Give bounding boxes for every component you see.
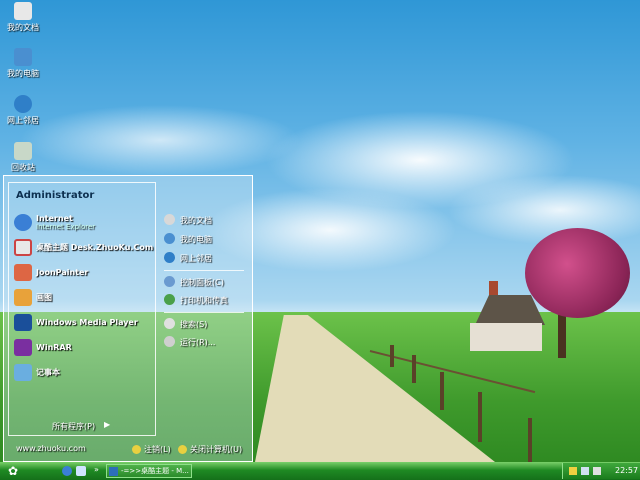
start-right-label: 我的电脑 bbox=[180, 235, 212, 244]
recycle-bin-icon bbox=[14, 142, 32, 160]
fence-post bbox=[440, 372, 444, 410]
start-right-my-computer[interactable]: 我的电脑 bbox=[164, 233, 249, 247]
start-right-control-panel[interactable]: 控制面板(C) bbox=[164, 276, 249, 290]
internet-explorer-icon bbox=[14, 214, 32, 231]
painter-icon bbox=[14, 264, 32, 281]
my-documents-icon bbox=[14, 2, 32, 20]
system-tray: 22:57 bbox=[562, 463, 640, 479]
start-item-zhuoku[interactable]: 桌酷主题 Desk.ZhuoKu.Com bbox=[14, 239, 154, 257]
start-right-label: 控制面板(C) bbox=[180, 278, 224, 287]
logoff-icon bbox=[132, 445, 141, 454]
user-name: Administrator bbox=[16, 190, 95, 201]
start-item-notepad[interactable]: 记事本 bbox=[14, 364, 154, 382]
shutdown-label: 关闭计算机(U) bbox=[190, 445, 243, 454]
start-item-label: 画图 bbox=[36, 293, 52, 302]
my-computer-icon bbox=[14, 48, 32, 66]
start-right-network[interactable]: 网上邻居 bbox=[164, 252, 249, 266]
wallpaper-tree bbox=[525, 228, 630, 318]
desktop-icon-my-computer[interactable]: 我的电脑 bbox=[0, 48, 46, 79]
desktop-quick-icon[interactable] bbox=[76, 466, 86, 476]
start-item-label: 桌酷主题 Desk.ZhuoKu.Com bbox=[36, 243, 154, 252]
start-item-media-player[interactable]: Windows Media Player bbox=[14, 314, 154, 332]
control-panel-icon bbox=[164, 276, 175, 287]
run-icon bbox=[164, 336, 175, 347]
desktop-icon-label: 我的文档 bbox=[7, 23, 39, 32]
desktop-icon-network[interactable]: 网上邻居 bbox=[0, 95, 46, 126]
winrar-icon bbox=[14, 339, 32, 356]
desktop-icon-label: 回收站 bbox=[11, 163, 35, 172]
logoff-button[interactable]: 注销(L) bbox=[132, 444, 171, 455]
all-programs-button[interactable]: 所有程序(P) bbox=[52, 421, 95, 432]
volume-icon[interactable] bbox=[593, 467, 601, 475]
network-icon bbox=[14, 95, 32, 113]
start-item-label: Internet bbox=[36, 214, 73, 223]
paint-icon bbox=[14, 289, 32, 306]
start-item-paint[interactable]: 画图 bbox=[14, 289, 154, 307]
taskbar-window-label: -=>>桌酷主题 - M... bbox=[121, 467, 189, 475]
desktop-icon-my-documents[interactable]: 我的文档 bbox=[0, 2, 46, 33]
shutdown-button[interactable]: 关闭计算机(U) bbox=[178, 444, 242, 455]
wallpaper-cottage bbox=[465, 281, 545, 353]
start-flower-icon: ✿ bbox=[7, 464, 19, 478]
quick-launch-expand-icon[interactable]: » bbox=[94, 465, 99, 474]
ie-quick-icon[interactable] bbox=[62, 466, 72, 476]
notepad-icon bbox=[14, 364, 32, 381]
start-button[interactable]: ✿ bbox=[2, 463, 24, 479]
start-right-label: 打印机和传真 bbox=[180, 296, 228, 305]
start-item-winrar[interactable]: WinRAR bbox=[14, 339, 154, 357]
desktop-icon-recycle-bin[interactable]: 回收站 bbox=[0, 142, 46, 173]
start-item-label: 记事本 bbox=[36, 368, 60, 377]
clock: 22:57 bbox=[615, 466, 639, 475]
start-right-search[interactable]: 搜索(S) bbox=[164, 318, 249, 332]
logoff-label: 注销(L) bbox=[144, 445, 171, 454]
desktop-icon-label: 网上邻居 bbox=[7, 116, 39, 125]
start-item-sublabel: Internet Explorer bbox=[36, 223, 96, 231]
zhuoku-url: www.zhuoku.com bbox=[16, 444, 86, 453]
fence-post bbox=[478, 392, 482, 442]
start-right-label: 搜索(S) bbox=[180, 320, 208, 329]
start-right-label: 网上邻居 bbox=[180, 254, 212, 263]
start-item-label: WinRAR bbox=[36, 343, 72, 352]
start-right-label: 运行(R)... bbox=[180, 338, 216, 347]
documents-icon bbox=[164, 214, 175, 225]
fence-post bbox=[528, 418, 532, 462]
power-icon bbox=[178, 445, 187, 454]
start-item-joonpainter[interactable]: JoonPainter bbox=[14, 264, 154, 282]
start-right-label: 我的文档 bbox=[180, 216, 212, 225]
fence-post bbox=[390, 345, 394, 367]
start-right-run[interactable]: 运行(R)... bbox=[164, 336, 249, 350]
start-right-my-documents[interactable]: 我的文档 bbox=[164, 214, 249, 228]
taskbar-window-button[interactable]: -=>>桌酷主题 - M... bbox=[106, 464, 192, 478]
search-icon bbox=[164, 318, 175, 329]
start-menu-separator bbox=[164, 270, 244, 271]
start-right-printers[interactable]: 打印机和传真 bbox=[164, 294, 249, 308]
tray-icon[interactable] bbox=[569, 467, 577, 475]
zhuoku-icon bbox=[14, 239, 32, 256]
chevron-right-icon: ▶ bbox=[104, 420, 111, 429]
start-item-internet[interactable]: Internet Internet Explorer bbox=[14, 214, 154, 232]
network-places-icon bbox=[164, 252, 175, 263]
printer-icon bbox=[164, 294, 175, 305]
computer-icon bbox=[164, 233, 175, 244]
start-menu-separator bbox=[164, 312, 244, 313]
media-player-icon bbox=[14, 314, 32, 331]
taskbar: ✿ » -=>>桌酷主题 - M... 22:57 bbox=[0, 462, 640, 480]
fence-post bbox=[412, 355, 416, 383]
start-menu: Administrator Internet Internet Explorer… bbox=[3, 175, 253, 462]
start-item-label: Windows Media Player bbox=[36, 318, 138, 327]
window-icon bbox=[109, 467, 118, 476]
tray-icon[interactable] bbox=[581, 467, 589, 475]
start-item-label: JoonPainter bbox=[36, 268, 89, 277]
desktop-icon-label: 我的电脑 bbox=[7, 69, 39, 78]
